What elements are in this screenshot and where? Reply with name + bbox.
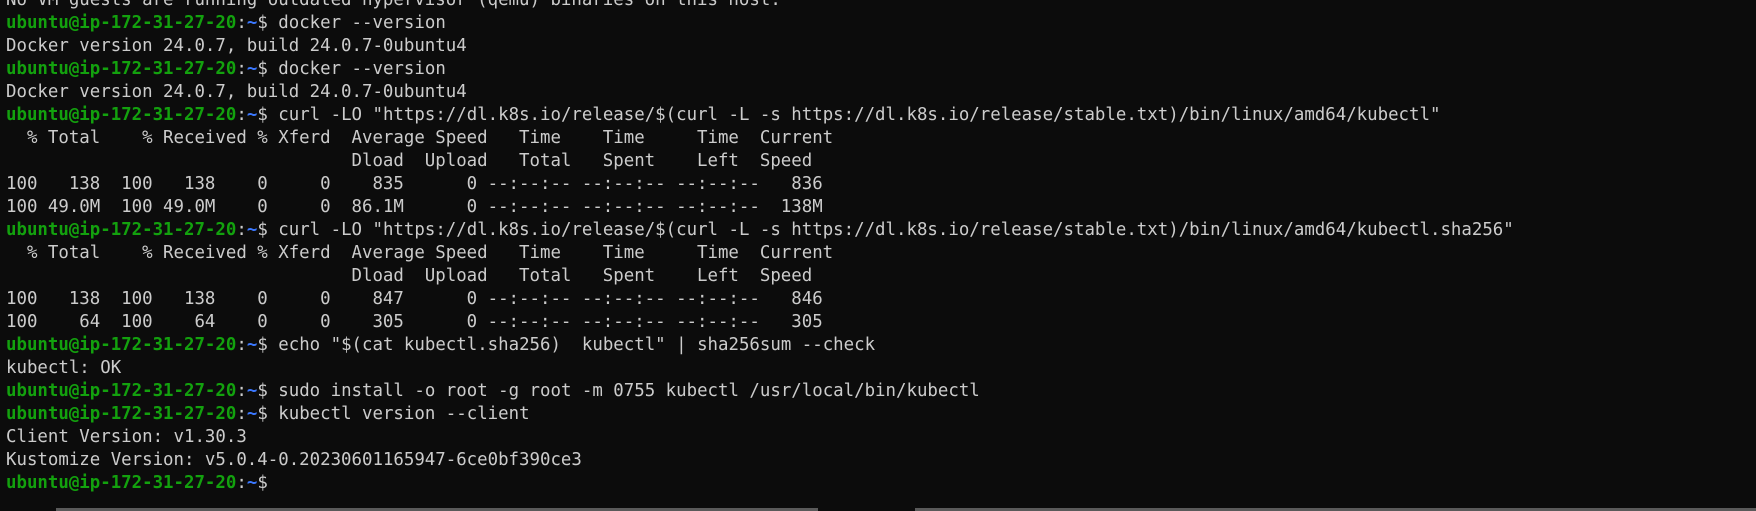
prompt-separator: : [236,404,247,424]
prompt-user: ubuntu@ip-172-31-27-20 [6,105,237,125]
prompt-symbol: $ [257,220,279,240]
prompt-symbol: $ [257,335,279,355]
output-line: kubectl: OK [6,358,122,378]
output-line: Docker version 24.0.7, build 24.0.7-0ubu… [6,82,467,102]
output-line: Kustomize Version: v5.0.4-0.202306011659… [6,450,582,470]
prompt-user: ubuntu@ip-172-31-27-20 [6,220,237,240]
command-line: ubuntu@ip-172-31-27-20:~$ docker --versi… [6,58,1514,81]
output-line: % Total % Received % Xferd Average Speed… [6,128,834,148]
prompt-symbol: $ [257,105,279,125]
prompt-user: ubuntu@ip-172-31-27-20 [6,13,237,33]
prompt-separator: : [236,335,247,355]
output-line: 100 138 100 138 0 0 835 0 --:--:-- --:--… [6,174,823,194]
prompt-symbol: $ [257,381,279,401]
command-text: docker --version [278,59,446,79]
output-line: Client Version: v1.30.3 [6,427,247,447]
prompt-user: ubuntu@ip-172-31-27-20 [6,59,237,79]
output-line: No VM guests are running outdated hyperv… [6,0,781,10]
command-text: curl -LO "https://dl.k8s.io/release/$(cu… [278,220,1514,240]
prompt-path: ~ [246,105,258,125]
output-line: 100 64 100 64 0 0 305 0 --:--:-- --:--:-… [6,312,823,332]
terminal-window[interactable]: No VM guests are running outdated hyperv… [0,0,1756,511]
command-text: echo "$(cat kubectl.sha256) kubectl" | s… [278,335,876,355]
prompt-separator: : [236,59,247,79]
command-line: ubuntu@ip-172-31-27-20:~$ curl -LO "http… [6,219,1514,242]
prompt-separator: : [236,220,247,240]
output-line: Docker version 24.0.7, build 24.0.7-0ubu… [6,36,467,56]
prompt-symbol: $ [257,59,279,79]
output-line: 100 138 100 138 0 0 847 0 --:--:-- --:--… [6,289,823,309]
prompt-user: ubuntu@ip-172-31-27-20 [6,381,237,401]
command-line: ubuntu@ip-172-31-27-20:~$ [6,472,1514,495]
output-line: Dload Upload Total Spent Left Speed [6,266,813,286]
prompt-symbol: $ [257,13,279,33]
command-line: ubuntu@ip-172-31-27-20:~$ echo "$(cat ku… [6,334,1514,357]
text-cursor [278,472,288,492]
prompt-path: ~ [246,404,258,424]
prompt-user: ubuntu@ip-172-31-27-20 [6,473,237,493]
command-line: ubuntu@ip-172-31-27-20:~$ kubectl versio… [6,403,1514,426]
output-line: Dload Upload Total Spent Left Speed [6,151,813,171]
command-text: curl -LO "https://dl.k8s.io/release/$(cu… [278,105,1441,125]
prompt-separator: : [236,13,247,33]
command-text: kubectl version --client [278,404,530,424]
terminal-output[interactable]: No VM guests are running outdated hyperv… [6,0,1514,495]
prompt-path: ~ [246,59,258,79]
prompt-path: ~ [246,335,258,355]
prompt-user: ubuntu@ip-172-31-27-20 [6,404,237,424]
prompt-separator: : [236,473,247,493]
prompt-path: ~ [246,473,258,493]
prompt-path: ~ [246,381,258,401]
prompt-separator: : [236,105,247,125]
output-line: % Total % Received % Xferd Average Speed… [6,243,834,263]
prompt-user: ubuntu@ip-172-31-27-20 [6,335,237,355]
command-text: sudo install -o root -g root -m 0755 kub… [278,381,980,401]
prompt-symbol: $ [257,473,279,493]
prompt-symbol: $ [257,404,279,424]
command-line: ubuntu@ip-172-31-27-20:~$ curl -LO "http… [6,104,1514,127]
command-line: ubuntu@ip-172-31-27-20:~$ sudo install -… [6,380,1514,403]
command-line: ubuntu@ip-172-31-27-20:~$ docker --versi… [6,12,1514,35]
prompt-path: ~ [246,13,258,33]
output-line: 100 49.0M 100 49.0M 0 0 86.1M 0 --:--:--… [6,197,823,217]
prompt-separator: : [236,381,247,401]
command-text: docker --version [278,13,446,33]
prompt-path: ~ [246,220,258,240]
